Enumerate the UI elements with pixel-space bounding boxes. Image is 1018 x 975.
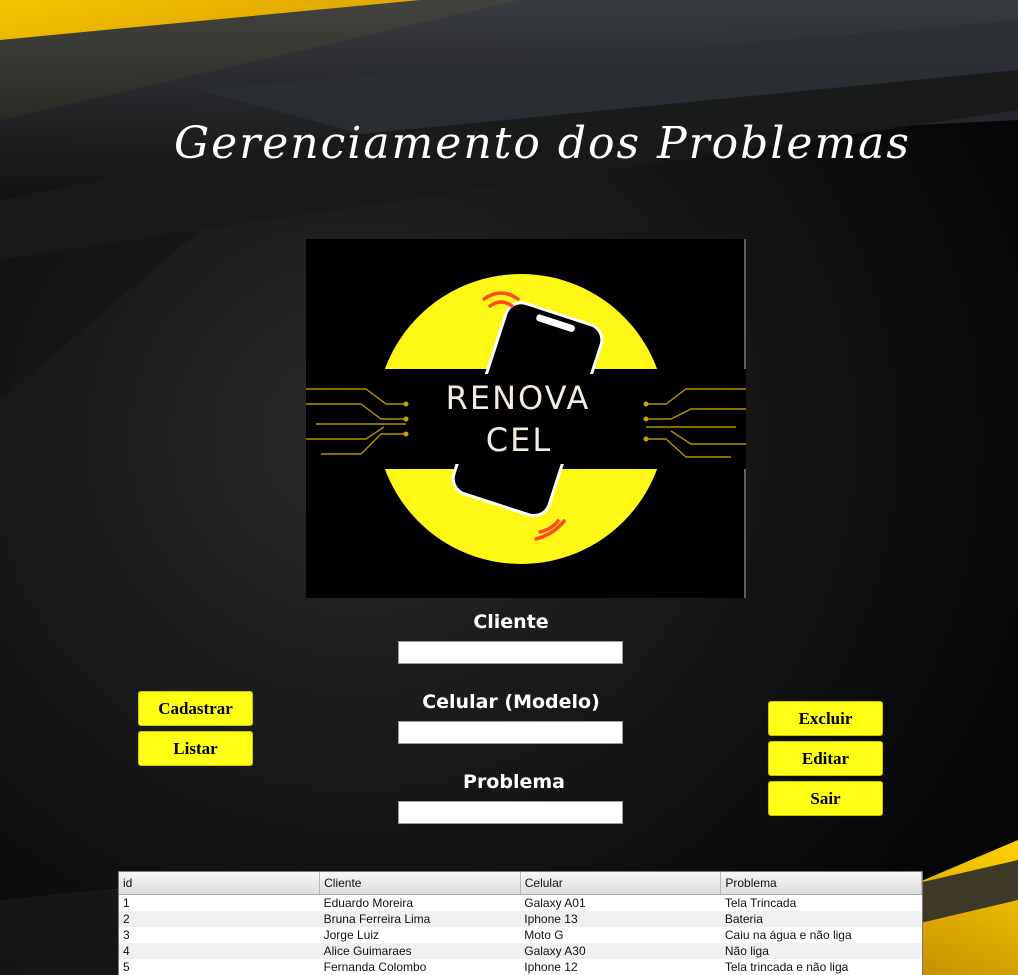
cell-cliente: Fernanda Colombo [323, 960, 427, 974]
column-header-problema[interactable]: Problema [720, 872, 922, 895]
cell-problema: Caiu na água e não liga [724, 928, 852, 942]
cell-id: 3 [123, 928, 130, 942]
column-header-id[interactable]: id [119, 872, 321, 895]
problema-label: Problema [463, 771, 565, 793]
page-title: Gerenciamento dos Problemas [174, 118, 911, 169]
cell-cliente: Eduardo Moreira [323, 896, 414, 910]
cell-celular: Galaxy A01 [524, 896, 586, 910]
cell-cliente: Jorge Luiz [323, 928, 379, 942]
cell-id: 5 [123, 960, 130, 974]
cell-cliente: Alice Guimaraes [319, 943, 521, 959]
cell-problema: Bateria [720, 911, 922, 927]
cell-problema: Tela Trincada [724, 896, 797, 910]
cell-problema: Tela trincada e não liga [724, 960, 849, 974]
cell-id: 4 [119, 943, 320, 959]
table-row[interactable]: 2 Bruna Ferreira Lima Iphone 13 Bateria [119, 911, 922, 927]
table-row[interactable]: 5 Fernanda Colombo Iphone 12 Tela trinca… [119, 959, 922, 975]
cell-celular: Iphone 12 [524, 960, 578, 974]
cadastrar-button[interactable]: Cadastrar [138, 691, 253, 726]
listar-button[interactable]: Listar [138, 731, 253, 766]
cell-id: 2 [119, 911, 320, 927]
cell-cliente: Bruna Ferreira Lima [319, 911, 521, 927]
cliente-input[interactable] [398, 641, 623, 664]
celular-input[interactable] [398, 721, 623, 744]
problems-table[interactable]: id Cliente Celular Problema 1 Eduardo Mo… [118, 871, 923, 975]
problema-input[interactable] [398, 801, 623, 824]
editar-button[interactable]: Editar [768, 741, 883, 776]
cell-celular: Moto G [524, 928, 564, 942]
renova-cel-logo: RENOVA CEL [306, 239, 746, 598]
logo-text-line2: CEL [486, 421, 552, 459]
column-header-cliente[interactable]: Cliente [319, 872, 521, 895]
table-row[interactable]: 1 Eduardo Moreira Galaxy A01 Tela Trinca… [119, 895, 922, 912]
cell-id: 1 [123, 896, 130, 910]
cell-celular: Iphone 13 [520, 911, 721, 927]
sair-button[interactable]: Sair [768, 781, 883, 816]
cliente-label: Cliente [473, 611, 549, 633]
cell-problema: Não liga [720, 943, 922, 959]
celular-label: Celular (Modelo) [422, 691, 600, 713]
excluir-button[interactable]: Excluir [768, 701, 883, 736]
table-row[interactable]: 3 Jorge Luiz Moto G Caiu na água e não l… [119, 927, 922, 943]
table-header-row: id Cliente Celular Problema [119, 872, 922, 895]
column-header-celular[interactable]: Celular [520, 872, 722, 895]
logo-text-line1: RENOVA [446, 379, 591, 417]
cell-celular: Galaxy A30 [520, 943, 721, 959]
table-row[interactable]: 4 Alice Guimaraes Galaxy A30 Não liga [119, 943, 922, 959]
